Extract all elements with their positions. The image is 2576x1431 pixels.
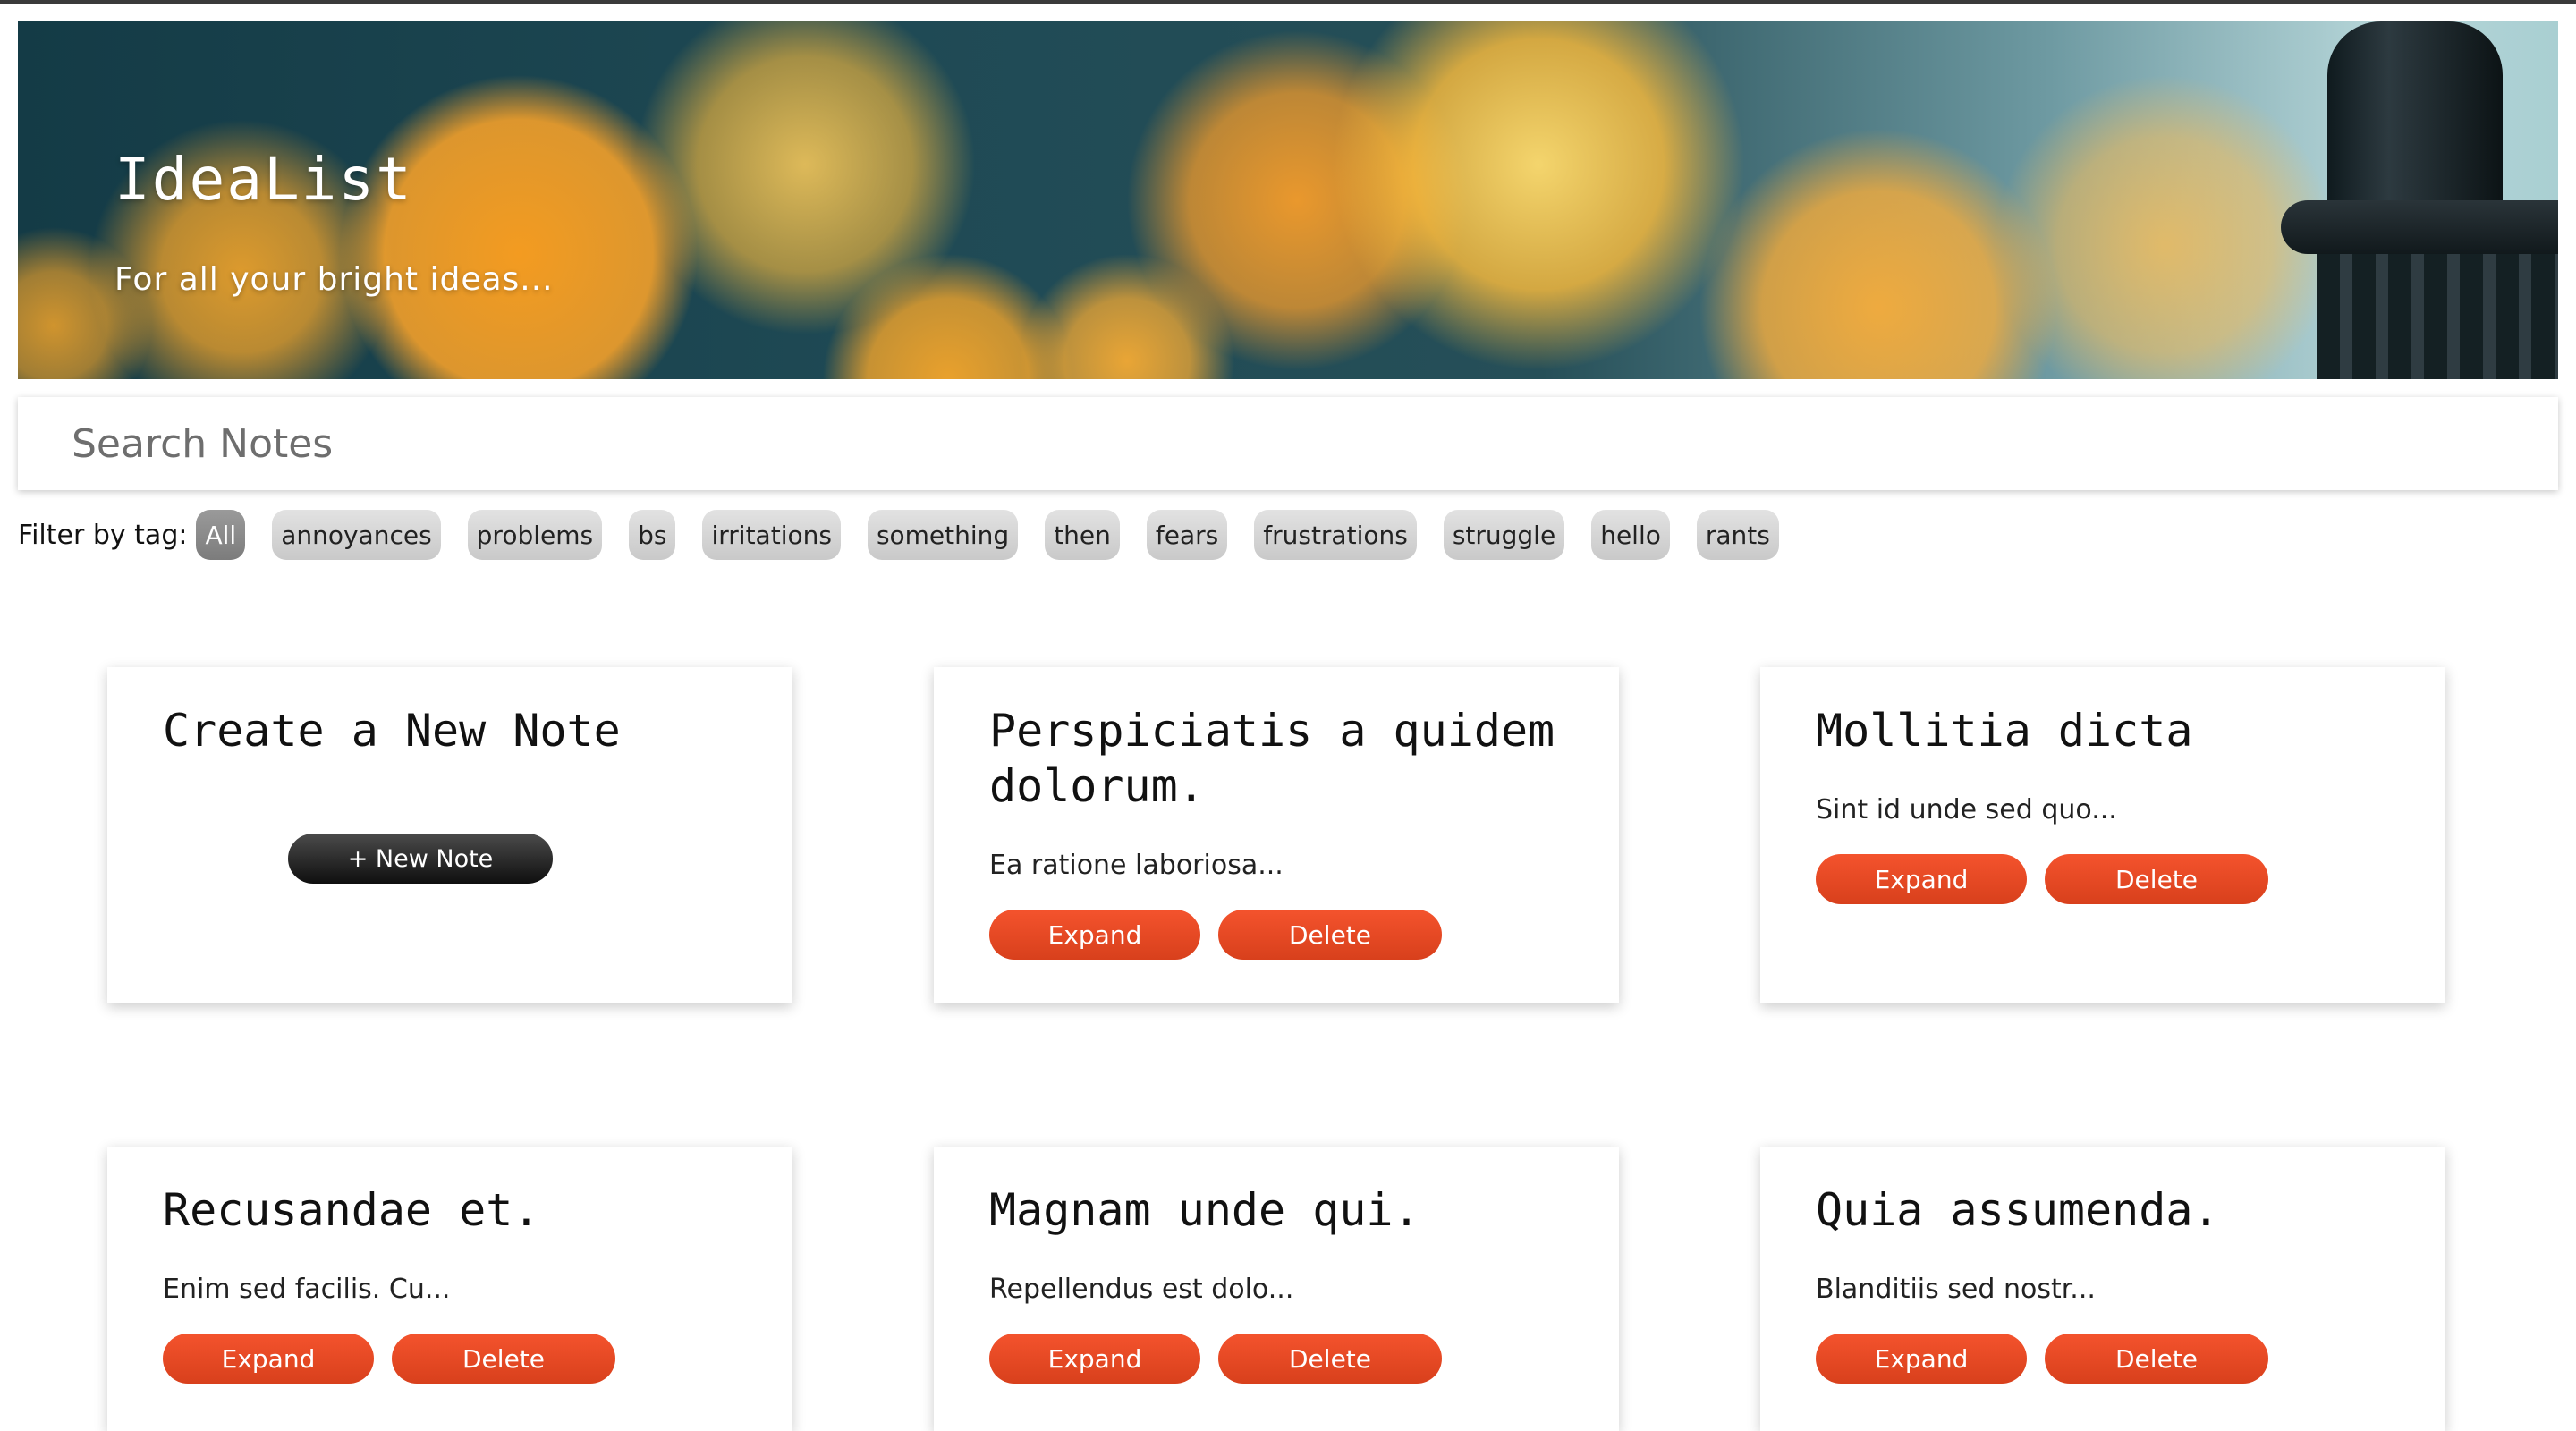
- new-note-card: Create a New Note + New Note: [107, 667, 792, 1003]
- tag-filter-bar: Filter by tag: All annoyances problems b…: [18, 508, 1806, 562]
- tag-rants[interactable]: rants: [1696, 510, 1779, 560]
- note-card: Recusandae et. Enim sed facilis. Cu... E…: [107, 1147, 792, 1431]
- delete-button[interactable]: Delete: [2045, 854, 2268, 904]
- delete-button[interactable]: Delete: [1218, 1334, 1442, 1384]
- note-actions: Expand Delete: [989, 1334, 1565, 1384]
- hero-banner: IdeaList For all your bright ideas...: [18, 21, 2558, 379]
- note-actions: Expand Delete: [989, 910, 1565, 960]
- note-preview: Enim sed facilis. Cu...: [163, 1274, 451, 1305]
- expand-button[interactable]: Expand: [989, 1334, 1200, 1384]
- expand-button[interactable]: Expand: [989, 910, 1200, 960]
- expand-button[interactable]: Expand: [163, 1334, 374, 1384]
- window-top-border: [0, 0, 2576, 4]
- note-card: Magnam unde qui. Repellendus est dolo...…: [934, 1147, 1619, 1431]
- note-preview: Repellendus est dolo...: [989, 1274, 1294, 1305]
- app-subtitle: For all your bright ideas...: [114, 261, 554, 298]
- app-title: IdeaList: [114, 145, 413, 214]
- tag-irritations[interactable]: irritations: [702, 510, 841, 560]
- note-actions: Expand Delete: [163, 1334, 739, 1384]
- note-title: Magnam unde qui.: [989, 1184, 1420, 1236]
- tag-fears[interactable]: fears: [1146, 510, 1228, 560]
- note-title: Quia assumenda.: [1816, 1184, 2220, 1236]
- note-card: Perspiciatis a quidem dolorum. Ea ration…: [934, 667, 1619, 1003]
- tag-then[interactable]: then: [1045, 510, 1120, 560]
- note-title: Recusandae et.: [163, 1184, 540, 1236]
- expand-button[interactable]: Expand: [1816, 854, 2027, 904]
- new-note-card-title: Create a New Note: [163, 705, 621, 757]
- expand-button[interactable]: Expand: [1816, 1334, 2027, 1384]
- note-title: Mollitia dicta: [1816, 705, 2193, 757]
- tag-all[interactable]: All: [196, 510, 246, 560]
- note-title: Perspiciatis a quidem dolorum.: [989, 705, 1555, 812]
- tag-struggle[interactable]: struggle: [1443, 510, 1565, 560]
- note-actions: Expand Delete: [1816, 1334, 2392, 1384]
- search-input[interactable]: [18, 397, 2558, 490]
- bottle-image: [2281, 21, 2558, 379]
- tag-bs[interactable]: bs: [629, 510, 676, 560]
- tag-frustrations[interactable]: frustrations: [1254, 510, 1417, 560]
- tag-problems[interactable]: problems: [467, 510, 603, 560]
- note-card: Quia assumenda. Blanditiis sed nostr... …: [1760, 1147, 2445, 1431]
- filter-label: Filter by tag:: [18, 519, 188, 551]
- tag-something[interactable]: something: [867, 510, 1019, 560]
- note-actions: Expand Delete: [1816, 854, 2392, 904]
- note-preview: Sint id unde sed quo...: [1816, 794, 2117, 826]
- delete-button[interactable]: Delete: [392, 1334, 615, 1384]
- delete-button[interactable]: Delete: [2045, 1334, 2268, 1384]
- tag-hello[interactable]: hello: [1591, 510, 1670, 560]
- search-bar: [18, 397, 2558, 490]
- note-card: Mollitia dicta Sint id unde sed quo... E…: [1760, 667, 2445, 1003]
- note-preview: Ea ratione laboriosa...: [989, 850, 1284, 881]
- note-preview: Blanditiis sed nostr...: [1816, 1274, 2096, 1305]
- delete-button[interactable]: Delete: [1218, 910, 1442, 960]
- new-note-button[interactable]: + New Note: [288, 834, 553, 884]
- tag-annoyances[interactable]: annoyances: [272, 510, 441, 560]
